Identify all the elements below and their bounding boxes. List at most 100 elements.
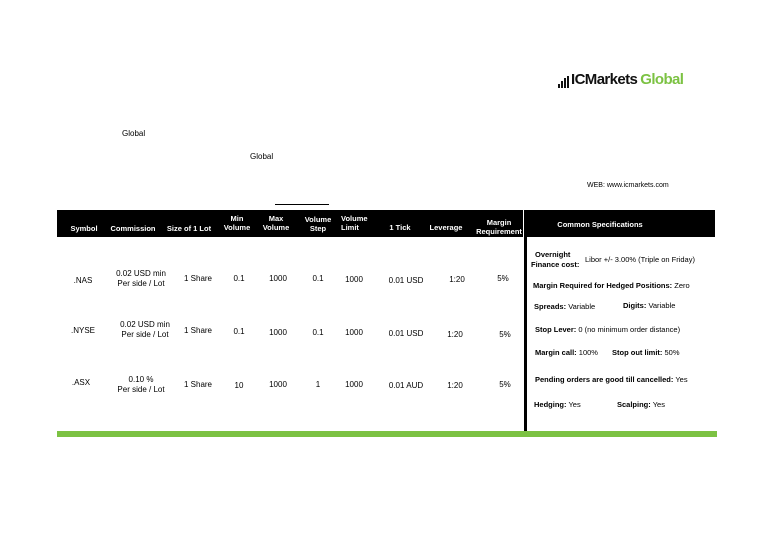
stop-lever-spec: Stop Lever: 0 (no minimum order distance… bbox=[535, 325, 680, 335]
hedged-margin-label: Margin Required for Hedged Positions: bbox=[533, 281, 673, 290]
scalping-label: Scalping: bbox=[617, 400, 651, 409]
header-volume-step-line2: Step bbox=[309, 224, 327, 233]
hedged-margin-spec: Margin Required for Hedged Positions: Ze… bbox=[533, 281, 690, 291]
stop-lever-label: Stop Lever: bbox=[535, 325, 577, 334]
row-volume-step: 1 bbox=[315, 380, 321, 389]
row-margin: 5% bbox=[499, 330, 511, 339]
row-symbol: .NAS bbox=[73, 276, 93, 285]
header-volume-step: Volume Step bbox=[299, 215, 337, 233]
margin-call-label: Margin call: bbox=[535, 348, 577, 357]
logo-bars-icon bbox=[558, 76, 569, 88]
row-commission-line1: 0.02 USD min bbox=[120, 320, 170, 329]
header-min-volume-line1: Min bbox=[230, 214, 244, 223]
underline-divider bbox=[275, 204, 329, 205]
row-commission-line2: Per side / Lot bbox=[117, 385, 165, 394]
row-size: 1 Share bbox=[183, 380, 213, 389]
row-commission-line1: 0.10 % bbox=[128, 375, 154, 384]
stop-lever-value: 0 (no minimum order distance) bbox=[578, 325, 681, 334]
row-volume-step: 0.1 bbox=[312, 328, 324, 337]
row-size: 1 Share bbox=[183, 274, 213, 283]
header-volume-limit-line1: Volume bbox=[341, 214, 368, 223]
pending-orders-label: Pending orders are good till cancelled: bbox=[535, 375, 674, 384]
row-leverage: 1:20 bbox=[449, 275, 465, 284]
row-volume-step: 0.1 bbox=[312, 274, 324, 283]
row-volume-limit: 1000 bbox=[345, 275, 363, 284]
row-min-volume: 0.1 bbox=[233, 274, 245, 283]
margin-call-spec: Margin call: 100% bbox=[535, 348, 598, 358]
spreads-spec: Spreads: Variable bbox=[534, 302, 595, 312]
stop-out-spec: Stop out limit: 50% bbox=[612, 348, 680, 358]
header-volume-limit: Volume Limit bbox=[341, 214, 375, 232]
table-header: Symbol Commission Size of 1 Lot Min Volu… bbox=[57, 210, 715, 237]
logo-global-text: Global bbox=[640, 71, 684, 88]
row-commission: 0.02 USD min Per side / Lot bbox=[110, 320, 180, 340]
website-label: WEB: www.icmarkets.com bbox=[587, 182, 669, 189]
header-leverage: Leverage bbox=[429, 223, 463, 232]
header-symbol: Symbol bbox=[70, 224, 98, 233]
row-max-volume: 1000 bbox=[269, 328, 287, 337]
spreads-value: Variable bbox=[568, 302, 596, 311]
spreads-label: Spreads: bbox=[534, 302, 567, 311]
row-leverage: 1:20 bbox=[447, 381, 463, 390]
header-margin-line1: Margin bbox=[486, 218, 512, 227]
header-max-volume-line1: Max bbox=[268, 214, 284, 223]
header-max-volume-line2: Volume bbox=[262, 223, 290, 232]
margin-call-value: 100% bbox=[578, 348, 598, 357]
digits-spec: Digits: Variable bbox=[623, 301, 675, 311]
row-symbol: .ASX bbox=[71, 378, 91, 387]
icmarkets-logo: ICMarkets Global bbox=[558, 71, 684, 88]
scalping-value: Yes bbox=[652, 400, 665, 409]
row-max-volume: 1000 bbox=[269, 274, 287, 283]
row-max-volume: 1000 bbox=[269, 380, 287, 389]
header-min-volume: Min Volume bbox=[220, 214, 254, 232]
overnight-label: Overnight Finance cost: bbox=[531, 250, 579, 270]
row-commission-line1: 0.02 USD min bbox=[116, 269, 166, 278]
stop-out-value: 50% bbox=[664, 348, 680, 357]
header-margin: Margin Requirement bbox=[471, 218, 527, 236]
digits-label: Digits: bbox=[623, 301, 647, 310]
header-volume-step-line1: Volume bbox=[304, 215, 332, 224]
header-min-volume-line2: Volume bbox=[223, 223, 251, 232]
logo-text: ICMarkets bbox=[571, 71, 638, 88]
digits-value: Variable bbox=[648, 301, 676, 310]
row-commission-line2: Per side / Lot bbox=[117, 279, 165, 288]
row-volume-limit: 1000 bbox=[345, 380, 363, 389]
hedging-label: Hedging: bbox=[534, 400, 567, 409]
row-volume-limit: 1000 bbox=[345, 328, 363, 337]
pending-orders-spec: Pending orders are good till cancelled: … bbox=[535, 375, 688, 385]
row-size: 1 Share bbox=[183, 326, 213, 335]
footer-accent-bar bbox=[57, 431, 717, 437]
header-volume-limit-line2: Limit bbox=[341, 223, 359, 232]
hedged-margin-value: Zero bbox=[674, 281, 690, 290]
row-symbol: .NYSE bbox=[70, 326, 95, 335]
row-min-volume: 0.1 bbox=[233, 327, 245, 336]
row-tick: 0.01 USD bbox=[388, 329, 424, 338]
overnight-value: Libor +/- 3.00% (Triple on Friday) bbox=[585, 255, 695, 264]
hedging-spec: Hedging: Yes bbox=[534, 400, 581, 410]
overnight-label-line2: Finance cost: bbox=[531, 260, 580, 269]
row-commission: 0.10 % Per side / Lot bbox=[108, 375, 174, 395]
hedging-value: Yes bbox=[568, 400, 581, 409]
row-leverage: 1:20 bbox=[447, 330, 463, 339]
pending-orders-value: Yes bbox=[675, 375, 688, 384]
overnight-label-line1: Overnight bbox=[535, 250, 571, 259]
global-label-1: Global bbox=[122, 129, 146, 138]
header-margin-line2: Requirement bbox=[476, 227, 522, 236]
row-min-volume: 10 bbox=[234, 381, 244, 390]
header-size: Size of 1 Lot bbox=[166, 224, 212, 233]
row-tick: 0.01 AUD bbox=[388, 381, 424, 390]
scalping-spec: Scalping: Yes bbox=[617, 400, 665, 410]
row-commission-line2: Per side / Lot bbox=[121, 330, 169, 339]
header-divider bbox=[523, 210, 524, 237]
header-max-volume: Max Volume bbox=[259, 214, 293, 232]
row-margin: 5% bbox=[499, 380, 511, 389]
header-common-specs: Common Specifications bbox=[557, 220, 643, 229]
column-divider bbox=[524, 237, 527, 431]
global-label-2: Global bbox=[250, 152, 274, 161]
stop-out-label: Stop out limit: bbox=[612, 348, 663, 357]
row-tick: 0.01 USD bbox=[388, 276, 424, 285]
header-tick: 1 Tick bbox=[389, 223, 411, 232]
row-commission: 0.02 USD min Per side / Lot bbox=[108, 269, 174, 289]
header-commission: Commission bbox=[110, 224, 156, 233]
row-margin: 5% bbox=[497, 274, 509, 283]
